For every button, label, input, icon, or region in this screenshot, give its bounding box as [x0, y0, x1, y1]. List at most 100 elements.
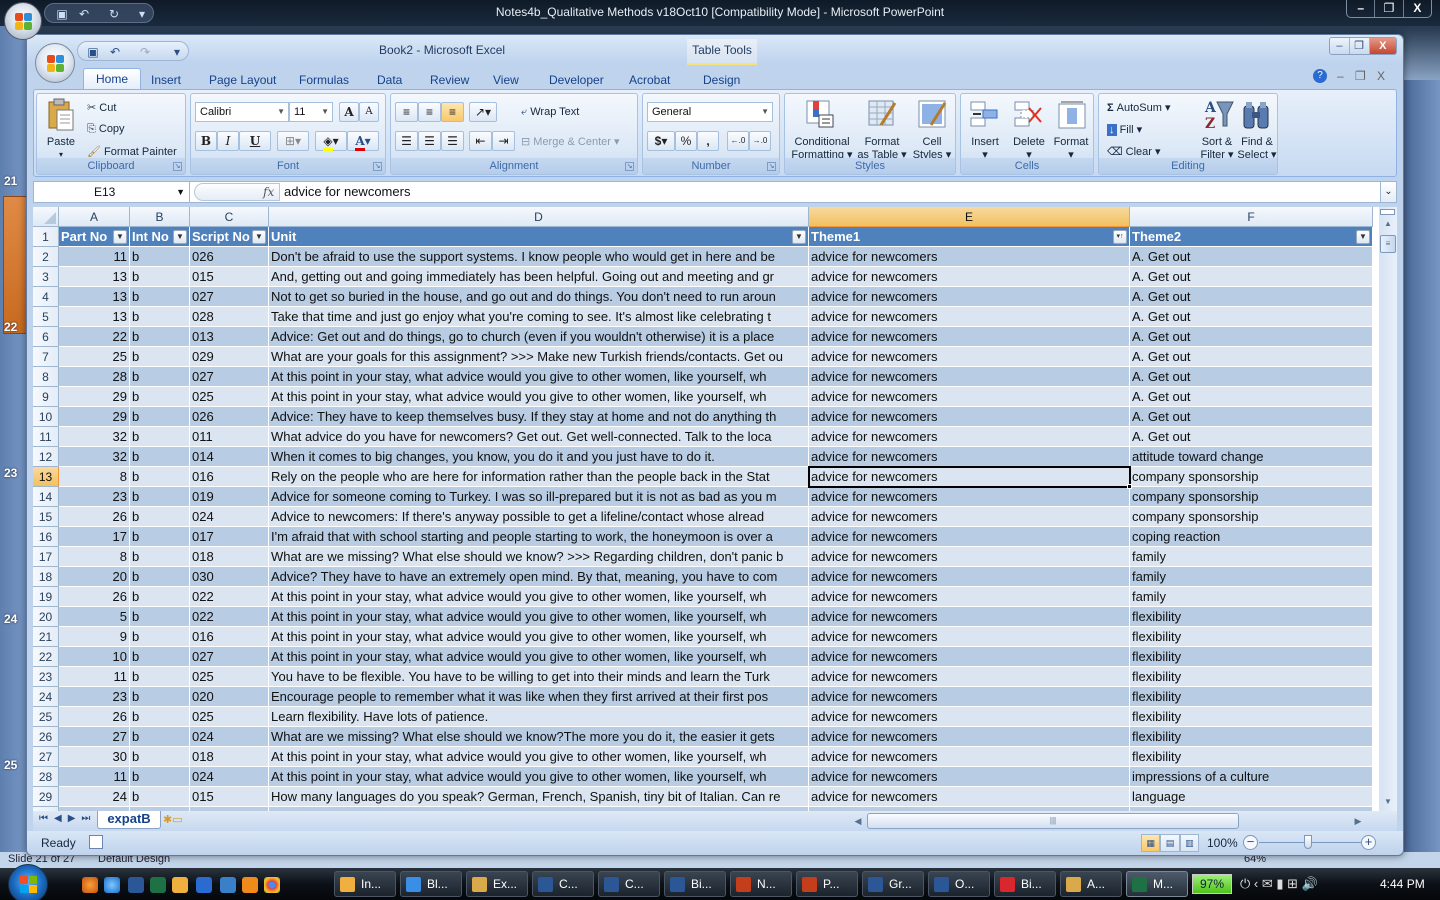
cell-b[interactable]: b: [130, 427, 190, 447]
cell-e[interactable]: advice for newcomers: [809, 507, 1130, 527]
borders-button[interactable]: ⊞▾: [277, 131, 309, 151]
excel-office-button[interactable]: [35, 43, 75, 83]
align-center-button[interactable]: ☰: [418, 131, 441, 151]
powerpoint-office-button[interactable]: [4, 2, 42, 40]
cell-e[interactable]: advice for newcomers: [809, 427, 1130, 447]
cell-e[interactable]: advice for newcomers: [809, 607, 1130, 627]
cell-f[interactable]: flexibility: [1130, 707, 1373, 727]
cell-e[interactable]: advice for newcomers: [809, 467, 1130, 487]
tab-home[interactable]: Home: [83, 68, 142, 90]
cell-c[interactable]: 014: [190, 447, 269, 467]
cell-c[interactable]: 025: [190, 387, 269, 407]
cell-a[interactable]: 13: [59, 287, 130, 307]
row-header[interactable]: 20: [33, 607, 59, 627]
cell-b[interactable]: b: [130, 767, 190, 787]
vertical-scroll-thumb[interactable]: ≡: [1380, 235, 1396, 253]
cell-e[interactable]: advice for newcomers: [809, 287, 1130, 307]
cell-e[interactable]: advice for newcomers: [809, 387, 1130, 407]
taskbar-task[interactable]: In...: [334, 871, 396, 897]
cell-a[interactable]: 11: [59, 767, 130, 787]
cell-c[interactable]: 024: [190, 507, 269, 527]
undo-icon[interactable]: ↶: [108, 45, 122, 59]
taskbar-task[interactable]: Gr...: [862, 871, 924, 897]
cell-e[interactable]: advice for newcomers: [809, 327, 1130, 347]
cell-b[interactable]: b: [130, 307, 190, 327]
row-header[interactable]: 3: [33, 267, 59, 287]
cell-b[interactable]: b: [130, 607, 190, 627]
cell-f[interactable]: A. Get out: [1130, 287, 1373, 307]
row-header[interactable]: 7: [33, 347, 59, 367]
cell-c[interactable]: 016: [190, 467, 269, 487]
sheet-tab-expatb[interactable]: expatB: [97, 811, 161, 829]
insert-function-icon[interactable]: fx: [263, 184, 274, 200]
expand-formula-bar-icon[interactable]: ⌄: [1380, 182, 1396, 202]
cell-c[interactable]: 027: [190, 287, 269, 307]
cell-e[interactable]: advice for newcomers: [809, 447, 1130, 467]
align-middle-button[interactable]: ≡: [418, 102, 441, 122]
cell-d[interactable]: At this point in your stay, what advice …: [269, 747, 809, 767]
cell-b[interactable]: b: [130, 707, 190, 727]
cell-d[interactable]: Encourage people to remember what it was…: [269, 687, 809, 707]
show-desktop-icon[interactable]: [196, 877, 212, 893]
cell-c[interactable]: 027: [190, 367, 269, 387]
cell-b[interactable]: b: [130, 567, 190, 587]
cell-f[interactable]: A. Get out: [1130, 327, 1373, 347]
chrome-icon[interactable]: [264, 877, 280, 893]
cell-b[interactable]: b: [130, 447, 190, 467]
row-header[interactable]: 28: [33, 767, 59, 787]
cell-c[interactable]: 022: [190, 607, 269, 627]
cell-a[interactable]: 20: [59, 567, 130, 587]
cell-f[interactable]: flexibility: [1130, 627, 1373, 647]
font-launcher-icon[interactable]: ↘: [373, 162, 382, 171]
cell-a[interactable]: 32: [59, 447, 130, 467]
cell-e[interactable]: advice for newcomers: [809, 767, 1130, 787]
cell-c[interactable]: 029: [190, 347, 269, 367]
cell-b[interactable]: b: [130, 247, 190, 267]
cell-a[interactable]: 11: [59, 247, 130, 267]
cell-a[interactable]: 10: [59, 647, 130, 667]
cell-f[interactable]: A. Get out: [1130, 347, 1373, 367]
save-icon[interactable]: ▣: [55, 7, 69, 21]
cell-a[interactable]: 22: [59, 327, 130, 347]
cell-f[interactable]: A. Get out: [1130, 367, 1373, 387]
cell-a[interactable]: 13: [59, 307, 130, 327]
cell-d[interactable]: Take that time and just go enjoy what yo…: [269, 307, 809, 327]
column-header-b[interactable]: B: [130, 207, 190, 227]
cell-d[interactable]: Advice for someone coming to Turkey. I w…: [269, 487, 809, 507]
clock[interactable]: 4:44 PM: [1380, 877, 1425, 891]
table-header-cell[interactable]: Theme1 ▾↑: [809, 227, 1130, 247]
cell-c[interactable]: 026: [190, 407, 269, 427]
wrap-text-button[interactable]: ⤶ Wrap Text: [521, 106, 579, 119]
column-header-d[interactable]: D: [269, 207, 809, 227]
cell-a[interactable]: 32: [59, 427, 130, 447]
cell-e[interactable]: advice for newcomers: [809, 547, 1130, 567]
decrease-indent-button[interactable]: ⇤: [469, 131, 492, 151]
tab-review[interactable]: Review: [426, 70, 473, 90]
cell-a[interactable]: 30: [59, 747, 130, 767]
cell-e[interactable]: advice for newcomers: [809, 407, 1130, 427]
redo-icon[interactable]: ↷: [138, 45, 152, 59]
cell-a[interactable]: 11: [59, 667, 130, 687]
cell-c[interactable]: 028: [190, 307, 269, 327]
start-button[interactable]: [8, 864, 48, 900]
cell-f[interactable]: family: [1130, 567, 1373, 587]
row-header[interactable]: 8: [33, 367, 59, 387]
slide-thumbnail-21[interactable]: [3, 196, 27, 334]
cell-b[interactable]: b: [130, 327, 190, 347]
cell-e[interactable]: advice for newcomers: [809, 487, 1130, 507]
row-header[interactable]: 16: [33, 527, 59, 547]
cell-b[interactable]: b: [130, 467, 190, 487]
powerpoint-restore-button[interactable]: ❐: [1374, 0, 1402, 17]
cell-b[interactable]: b: [130, 667, 190, 687]
cell-d[interactable]: How many languages do you speak? German,…: [269, 787, 809, 807]
row-header[interactable]: 14: [33, 487, 59, 507]
tab-design[interactable]: Design: [699, 70, 744, 90]
table-header-cell[interactable]: Part No ▼: [59, 227, 130, 247]
zoom-slider-handle[interactable]: [1304, 835, 1312, 849]
column-header-f[interactable]: F: [1130, 207, 1373, 227]
cell-e[interactable]: advice for newcomers: [809, 247, 1130, 267]
cell-d[interactable]: I'm afraid that with school starting and…: [269, 527, 809, 547]
cell-a[interactable]: 26: [59, 707, 130, 727]
tab-developer[interactable]: Developer: [545, 70, 608, 90]
cell-a[interactable]: 26: [59, 507, 130, 527]
